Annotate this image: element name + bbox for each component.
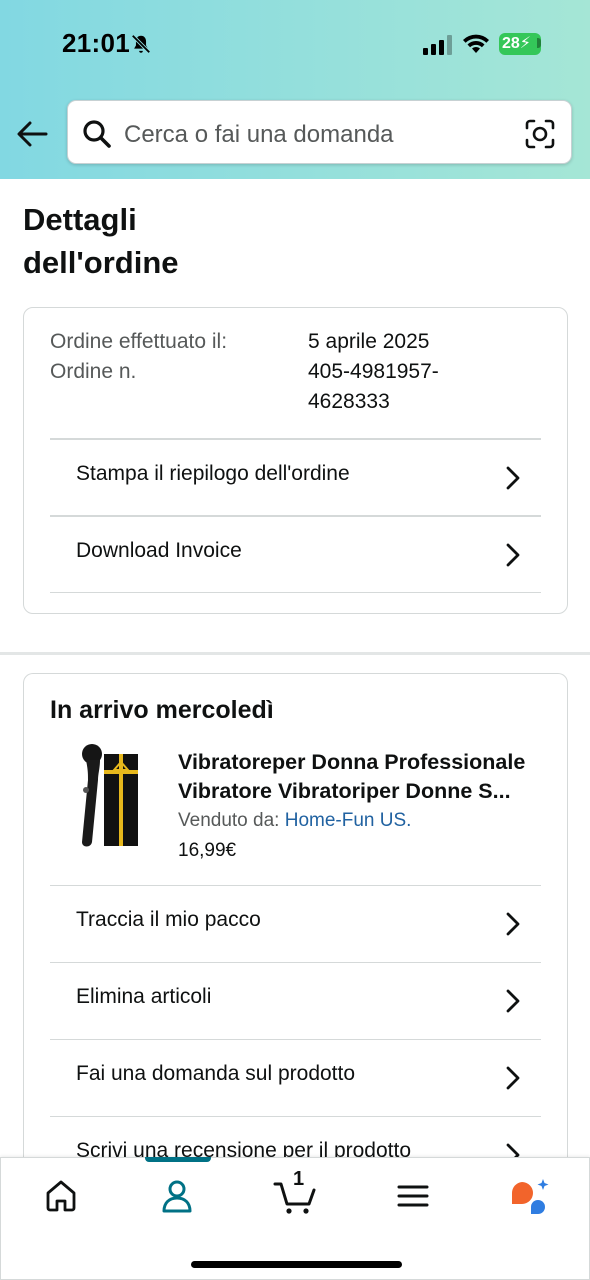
seller-link[interactable]: Home-Fun US. bbox=[285, 810, 412, 831]
active-tab-indicator bbox=[145, 1157, 211, 1162]
order-date-value: 5 aprile 2025 bbox=[308, 330, 430, 353]
battery-tip bbox=[537, 38, 541, 48]
order-date-label: Ordine effettuato il: bbox=[50, 330, 228, 353]
product-title[interactable]: Vibratoreper Donna Professionale Vibrato… bbox=[178, 748, 548, 806]
page-title-line1: Dettagli bbox=[23, 202, 137, 237]
back-arrow-icon[interactable] bbox=[14, 116, 50, 152]
rufus-assistant-icon[interactable] bbox=[509, 1176, 549, 1216]
top-header: 21:01 28⚡ Cerca o fai una domanda bbox=[0, 0, 590, 179]
remove-items-row[interactable]: Elimina articoli bbox=[50, 962, 541, 1039]
chevron-right-icon bbox=[506, 466, 520, 490]
battery-indicator: 28⚡ bbox=[499, 33, 541, 55]
chevron-right-icon bbox=[506, 1066, 520, 1090]
page-title-line2: dell'ordine bbox=[23, 245, 179, 280]
cart-count: 1 bbox=[293, 1168, 305, 1190]
order-number-line2: 4628333 bbox=[308, 390, 390, 413]
print-summary-label: Stampa il riepilogo dell'ordine bbox=[76, 462, 350, 485]
chevron-right-icon bbox=[506, 989, 520, 1013]
chevron-right-icon bbox=[506, 543, 520, 567]
page-title: Dettagli dell'ordine bbox=[23, 198, 179, 284]
order-number-value: 405-4981957- 4628333 bbox=[308, 357, 439, 417]
ask-question-label: Fai una domanda sul prodotto bbox=[76, 1062, 356, 1085]
seller-label: Venduto da: bbox=[178, 810, 285, 831]
ask-question-row[interactable]: Fai una domanda sul prodotto bbox=[50, 1039, 541, 1116]
download-invoice-label: Download Invoice bbox=[76, 539, 242, 562]
menu-icon[interactable] bbox=[393, 1176, 433, 1216]
download-invoice-row[interactable]: Download Invoice bbox=[50, 515, 541, 592]
track-package-label: Traccia il mio pacco bbox=[76, 908, 261, 931]
order-number-label: Ordine n. bbox=[50, 360, 137, 383]
order-info-card: Ordine effettuato il: 5 aprile 2025 Ordi… bbox=[23, 307, 568, 614]
wifi-icon bbox=[463, 34, 489, 53]
shipment-card: In arrivo mercoledì Vibratoreper Donna P… bbox=[23, 673, 568, 1173]
search-icon bbox=[83, 120, 111, 148]
bell-muted-icon bbox=[131, 34, 151, 54]
account-icon[interactable] bbox=[157, 1176, 197, 1216]
print-summary-row[interactable]: Stampa il riepilogo dell'ordine bbox=[50, 438, 541, 515]
order-number-line1: 405-4981957- bbox=[308, 360, 439, 383]
search-input[interactable]: Cerca o fai una domanda bbox=[124, 121, 394, 149]
section-divider bbox=[0, 652, 590, 655]
product-title-line1: Vibratoreper Donna Professionale bbox=[178, 750, 526, 774]
search-bar[interactable]: Cerca o fai una domanda bbox=[67, 100, 572, 164]
remove-items-label: Elimina articoli bbox=[76, 985, 212, 1008]
delivery-title: In arrivo mercoledì bbox=[50, 696, 274, 724]
product-price: 16,99€ bbox=[178, 840, 237, 861]
home-indicator bbox=[191, 1261, 402, 1268]
home-icon[interactable] bbox=[41, 1176, 81, 1216]
track-package-row[interactable]: Traccia il mio pacco bbox=[50, 885, 541, 962]
bottom-tab-bar: 1 bbox=[0, 1157, 590, 1280]
status-time: 21:01 bbox=[62, 28, 130, 58]
camera-lens-icon[interactable] bbox=[524, 118, 556, 150]
chevron-right-icon bbox=[506, 912, 520, 936]
product-thumbnail[interactable] bbox=[64, 742, 144, 858]
product-title-line2: Vibratore Vibratoriper Donne S... bbox=[178, 779, 511, 803]
signal-icon bbox=[423, 35, 452, 55]
seller-info: Venduto da: Home-Fun US. bbox=[178, 810, 411, 832]
row-divider bbox=[50, 592, 541, 593]
